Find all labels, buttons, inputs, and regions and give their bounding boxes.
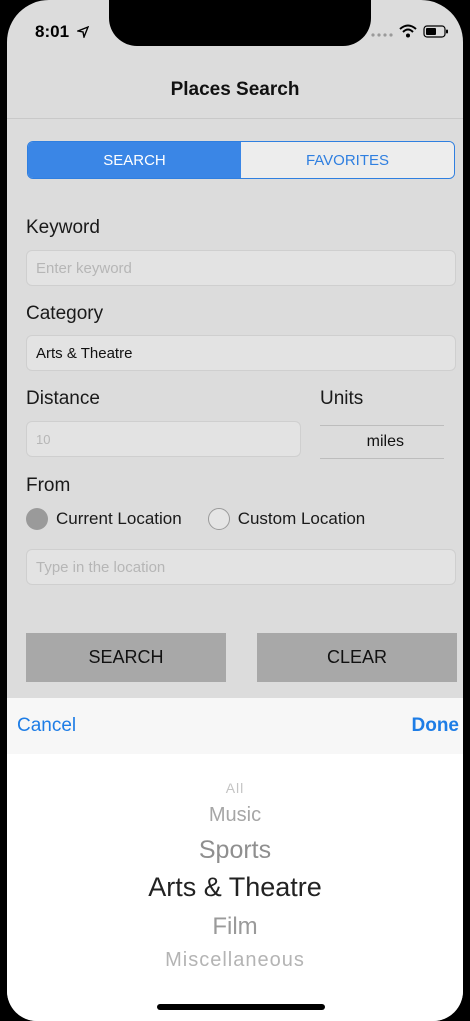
- from-options: Current Location Custom Location: [26, 508, 365, 530]
- page-title: Places Search: [170, 79, 300, 100]
- phone-screen: 8:01 Places Search SEARCH FAVORITES Keyw…: [7, 0, 463, 1021]
- picker-toolbar: Cancel Done: [7, 698, 463, 754]
- custom-location-radio[interactable]: [207, 508, 230, 530]
- picker-option[interactable]: Miscellaneous: [7, 949, 463, 972]
- location-placeholder: Type in the location: [36, 558, 166, 576]
- home-indicator[interactable]: [157, 1004, 325, 1010]
- keyword-label: Keyword: [26, 217, 100, 238]
- cancel-button[interactable]: Cancel: [17, 715, 76, 737]
- category-value: Arts & Theatre: [36, 344, 133, 362]
- custom-location-label[interactable]: Custom Location: [238, 509, 366, 529]
- units-label: Units: [320, 388, 364, 409]
- wifi-icon: [399, 24, 417, 43]
- status-bar: 8:01: [7, 0, 463, 62]
- segmented-control: SEARCH FAVORITES: [27, 141, 455, 179]
- category-field[interactable]: Arts & Theatre: [26, 335, 456, 371]
- distance-input[interactable]: 10: [26, 421, 301, 457]
- picker-option[interactable]: All: [7, 780, 463, 796]
- status-time: 8:01: [35, 22, 70, 41]
- keyword-input[interactable]: Enter keyword: [26, 250, 456, 286]
- units-selector[interactable]: miles: [320, 425, 444, 459]
- category-label: Category: [26, 303, 104, 324]
- picker-option[interactable]: Music: [7, 804, 463, 827]
- from-label: From: [26, 475, 71, 496]
- category-picker[interactable]: All Music Sports Arts & Theatre Film Mis…: [7, 754, 463, 1021]
- location-input[interactable]: Type in the location: [26, 549, 456, 585]
- picker-option[interactable]: Sports: [7, 836, 463, 865]
- picker-option-selected[interactable]: Arts & Theatre: [7, 872, 463, 903]
- device-notch: [109, 0, 371, 46]
- navigation-bar: Places Search: [7, 62, 463, 119]
- location-arrow-icon: [75, 25, 90, 43]
- distance-label: Distance: [26, 388, 100, 409]
- picker-option[interactable]: Film: [7, 913, 463, 941]
- clear-button[interactable]: CLEAR: [257, 633, 457, 682]
- units-value: miles: [366, 433, 404, 450]
- tab-search[interactable]: SEARCH: [28, 142, 241, 178]
- search-button[interactable]: SEARCH: [26, 633, 226, 682]
- current-location-radio[interactable]: [26, 508, 48, 530]
- distance-placeholder: 10: [36, 431, 51, 447]
- signal-dots-icon: [371, 25, 393, 43]
- tab-favorites[interactable]: FAVORITES: [241, 142, 454, 178]
- current-location-label[interactable]: Current Location: [56, 509, 182, 529]
- done-button[interactable]: Done: [412, 715, 464, 737]
- keyword-placeholder: Enter keyword: [36, 259, 132, 277]
- battery-icon: [423, 24, 449, 43]
